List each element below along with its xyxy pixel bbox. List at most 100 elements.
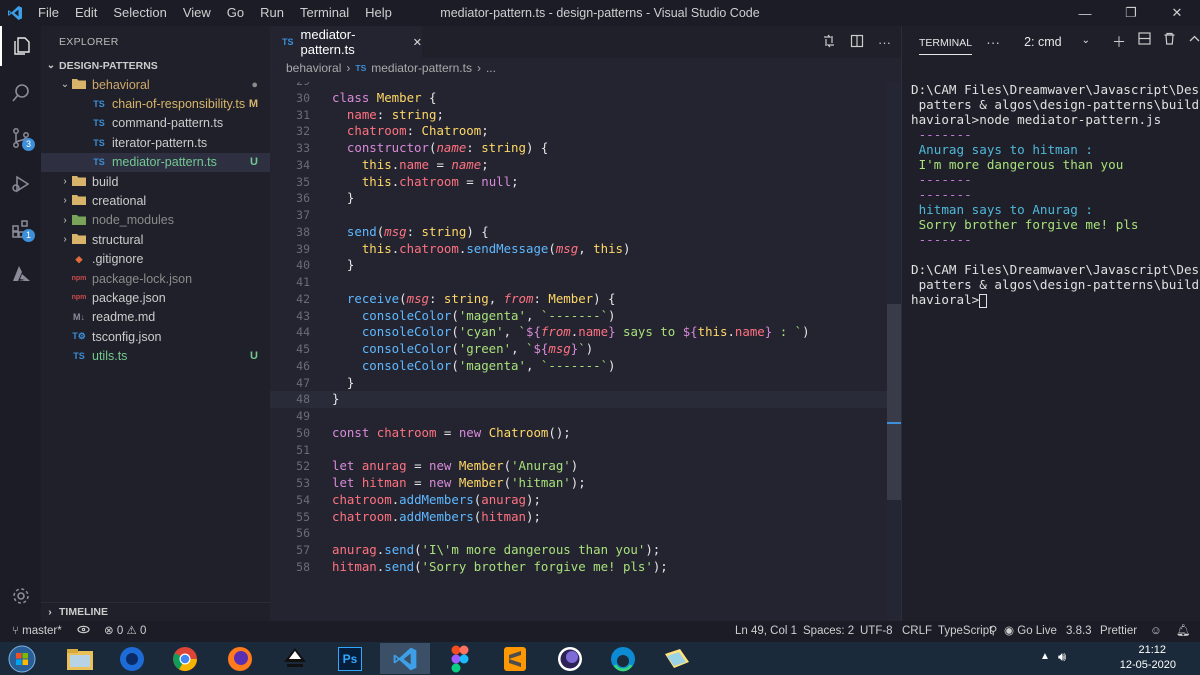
sync-icon[interactable] [77, 621, 90, 642]
breadcrumb-folder[interactable]: behavioral [286, 61, 341, 75]
file-explorer-taskbar-icon[interactable] [55, 643, 105, 674]
terminal-line: hitman says to Anurag : [911, 202, 1093, 217]
vscode-logo-icon[interactable] [0, 0, 30, 26]
minimize-button[interactable]: — [1062, 0, 1108, 26]
settings-gear-icon[interactable] [0, 576, 41, 616]
clock-time[interactable]: 21:12 [1138, 644, 1166, 656]
explorer-item-package-json[interactable]: npm package.json [41, 288, 270, 307]
explorer-item-tsconfig-json[interactable]: T⚙ tsconfig.json [41, 327, 270, 346]
restore-button[interactable]: ❐ [1108, 0, 1154, 26]
menu-go[interactable]: Go [219, 0, 252, 26]
explorer-item-iterator-pattern-ts[interactable]: TS iterator-pattern.ts [41, 133, 270, 152]
terminal-output[interactable]: D:\CAM Files\Dreamwaver\Javascript\Desig… [911, 82, 1200, 308]
editor-actions: ··· [808, 26, 891, 58]
chrome-taskbar-icon[interactable] [160, 643, 210, 674]
menu-terminal[interactable]: Terminal [292, 0, 357, 26]
prettier-status[interactable]: Prettier [1100, 621, 1137, 642]
explorer-item-structural[interactable]: › structural [41, 230, 270, 249]
explorer-item--gitignore[interactable]: ◆ .gitignore [41, 250, 270, 269]
vscode-window: File Edit Selection View Go Run Terminal Help m… [0, 0, 1200, 675]
scrollbar-cursor-marker [887, 422, 901, 424]
firefox-dev-taskbar-icon[interactable] [107, 643, 157, 674]
notifications-bell-icon[interactable]: 🔔︎ [1176, 621, 1191, 642]
go-live-button[interactable]: ◉ Go Live [1004, 621, 1057, 642]
scrollbar-thumb[interactable] [887, 304, 901, 500]
menu-file[interactable]: File [30, 0, 67, 26]
menu-run[interactable]: Run [252, 0, 292, 26]
explorer-activity-icon[interactable] [0, 26, 41, 66]
figma-taskbar-icon[interactable] [435, 643, 485, 674]
vscode-taskbar-icon[interactable] [380, 643, 430, 674]
menu-selection[interactable]: Selection [105, 0, 174, 26]
menu-edit[interactable]: Edit [67, 0, 105, 26]
indentation[interactable]: Spaces: 2 [803, 621, 854, 642]
editor-scrollbar[interactable] [887, 82, 901, 621]
timeline-panel-header[interactable]: › TIMELINE [41, 602, 270, 621]
edge-taskbar-icon[interactable] [598, 643, 648, 674]
eclipse-taskbar-icon[interactable] [545, 643, 595, 674]
prettier-check-icon: ⚲ [989, 625, 998, 637]
timeline-label: TIMELINE [59, 606, 108, 618]
compare-changes-icon[interactable] [822, 34, 836, 51]
start-button[interactable] [0, 643, 44, 674]
explorer-item-node-modules[interactable]: › node_modules [41, 211, 270, 230]
volume-icon[interactable]: 🔊︎ [1058, 649, 1066, 665]
problems-indicator[interactable]: ⊗ 0 ⚠ 0 [104, 621, 146, 642]
kill-terminal-icon[interactable] [1163, 32, 1176, 52]
explorer-title: EXPLORER [59, 36, 119, 48]
explorer-item-readme-md[interactable]: M↓ readme.md [41, 308, 270, 327]
breadcrumb-file[interactable]: mediator-pattern.ts [371, 61, 472, 75]
terminal-line: Sorry brother forgive me! pls [911, 217, 1139, 232]
project-root[interactable]: ⌄ DESIGN-PATTERNS [41, 56, 270, 75]
feedback-icon[interactable]: ☺ [1150, 621, 1162, 642]
line-number: 45 [296, 342, 310, 356]
line-number: 34 [296, 157, 310, 172]
encoding[interactable]: UTF-8 [860, 621, 893, 642]
breadcrumb-symbols[interactable]: ... [486, 61, 496, 75]
explorer-item-build[interactable]: › build [41, 172, 270, 191]
explorer-item-command-pattern-ts[interactable]: TS command-pattern.ts [41, 114, 270, 133]
menu-view[interactable]: View [175, 0, 219, 26]
run-debug-icon[interactable] [0, 163, 41, 203]
inkscape-taskbar-icon[interactable] [270, 643, 320, 674]
more-actions-icon[interactable]: ··· [878, 35, 891, 50]
close-window-button[interactable]: ✕ [1154, 0, 1200, 26]
tab-mediator-pattern[interactable]: TS mediator-pattern.ts ✕ [270, 26, 422, 58]
cursor-position[interactable]: Ln 49, Col 1 [735, 621, 797, 642]
terminal-tab[interactable]: TERMINAL [919, 29, 973, 55]
line-number: 40 [296, 258, 310, 273]
search-icon[interactable] [0, 73, 41, 113]
split-terminal-icon[interactable] [1138, 32, 1151, 52]
code-text: constructor(name: string) { [346, 140, 549, 155]
clock-date[interactable]: 12-05-2020 [1120, 659, 1176, 671]
explorer-item-mediator-pattern-ts[interactable]: TS mediator-pattern.ts U [41, 152, 270, 172]
sublime-text-taskbar-icon[interactable] [490, 643, 540, 674]
maximize-panel-icon[interactable] [1188, 32, 1200, 52]
panel-more-icon[interactable]: ··· [986, 34, 1000, 50]
firefox-taskbar-icon[interactable] [215, 643, 265, 674]
explorer-item-creational[interactable]: › creational [41, 191, 270, 210]
language-mode[interactable]: TypeScript [938, 621, 992, 642]
azure-icon[interactable] [0, 254, 41, 294]
explorer-item-behavioral[interactable]: ⌄ behavioral ● [41, 75, 270, 94]
menu-help[interactable]: Help [357, 0, 400, 26]
line-ending[interactable]: CRLF [902, 621, 932, 642]
explorer-item-package-lock-json[interactable]: npm package-lock.json [41, 269, 270, 288]
code-editor[interactable]: 2930class Member {31 name: string;32 cha… [270, 82, 901, 621]
files-taskbar-icon[interactable] [652, 643, 702, 674]
new-terminal-icon[interactable]: ＋ [1112, 32, 1126, 52]
photoshop-taskbar-icon[interactable]: Ps [325, 643, 375, 674]
explorer-item-utils-ts[interactable]: TS utils.ts U [41, 347, 270, 366]
terminal-shell-select[interactable]: 2: cmd ⌄ [1024, 35, 1090, 49]
chevron-down-icon: ⌄ [60, 79, 70, 90]
code-text: chatroom.addMembers(anurag); [332, 491, 541, 507]
source-control-icon[interactable]: 3 [0, 118, 41, 158]
extensions-icon[interactable]: 1 [0, 209, 41, 249]
error-count: 0 [116, 625, 124, 637]
typescript-version[interactable]: 3.8.3 [1066, 621, 1092, 642]
split-editor-icon[interactable] [850, 34, 864, 51]
explorer-item-chain-of-responsibility-ts[interactable]: TS chain-of-responsibility.ts M [41, 94, 270, 113]
branch-indicator[interactable]: ⑂ master* [12, 621, 62, 642]
close-tab-icon[interactable]: ✕ [413, 36, 422, 49]
tray-overflow-icon[interactable]: ▲ [1040, 651, 1050, 662]
